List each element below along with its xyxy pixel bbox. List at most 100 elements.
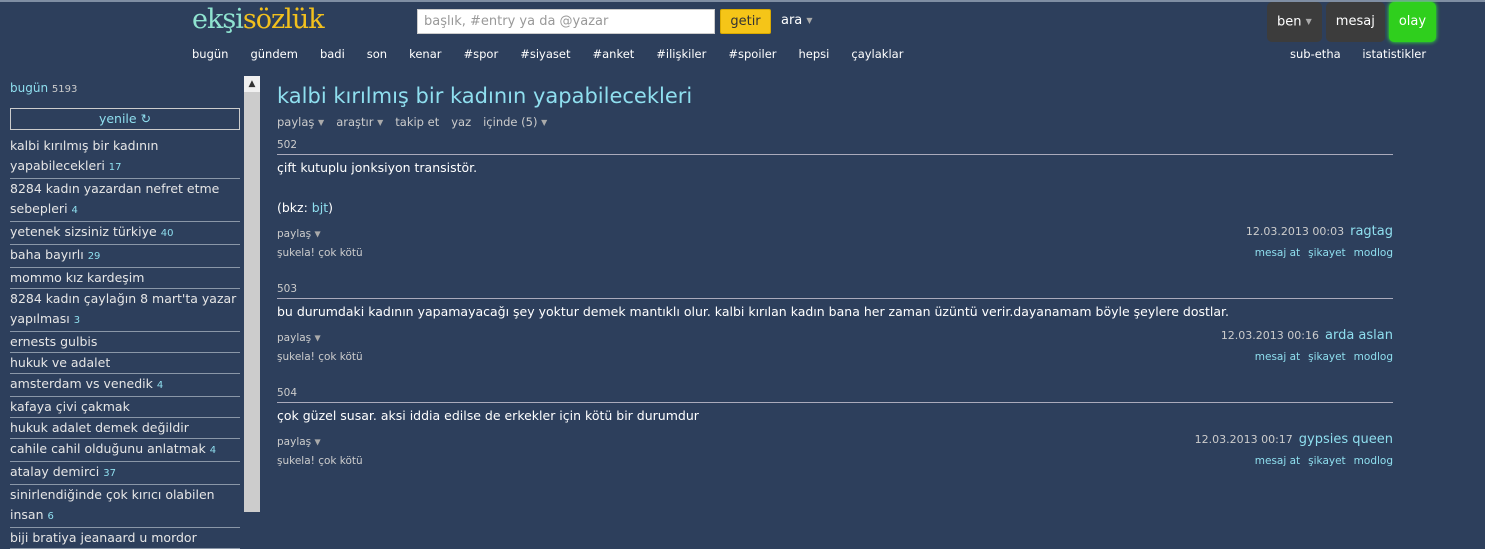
refresh-button[interactable]: yenile ↻	[10, 108, 240, 130]
topic-count: 4	[209, 445, 217, 456]
topic-count: 6	[47, 511, 54, 522]
message-link[interactable]: mesaj at	[1255, 247, 1300, 259]
complaint-link[interactable]: şikayet	[1308, 247, 1346, 259]
entry-date-author: 12.03.2013 00:17 gypsies queen	[1195, 432, 1393, 447]
topic-action[interactable]: yaz	[451, 115, 471, 129]
share-label: paylaş	[277, 228, 312, 240]
today-header[interactable]: bugün 5193	[10, 76, 240, 100]
vote-links[interactable]: şukela! çok kötü	[277, 455, 363, 467]
topic-item[interactable]: yetenek sizsiniz türkiye 40	[10, 222, 240, 245]
advanced-search-dropdown[interactable]: ara ▼	[781, 13, 813, 28]
top-border	[0, 0, 1485, 2]
topic-action[interactable]: araştır ▼	[336, 115, 383, 129]
modlog-link[interactable]: modlog	[1354, 455, 1393, 467]
entry: 504 çok güzel susar. aksi iddia edilse de…	[277, 386, 1393, 472]
vote-links[interactable]: şukela! çok kötü	[277, 351, 363, 363]
entry-date[interactable]: 12.03.2013 00:16	[1221, 329, 1319, 342]
share-dropdown[interactable]: paylaş ▼	[277, 228, 321, 240]
logo[interactable]: ekşisözlük	[192, 4, 325, 35]
entry-date[interactable]: 12.03.2013 00:03	[1246, 225, 1344, 238]
mesaj-button[interactable]: mesaj	[1325, 2, 1385, 42]
nav-link[interactable]: #ilişkiler	[656, 47, 706, 61]
topic-title[interactable]: kalbi kırılmış bir kadının yapabilecekle…	[277, 84, 1393, 112]
message-link[interactable]: mesaj at	[1255, 351, 1300, 363]
top-nav: bugün gündem badi son kenar #spor #siyaset #ank…	[192, 47, 925, 61]
share-label: paylaş	[277, 436, 312, 448]
entry-number[interactable]: 504	[277, 386, 1393, 403]
complaint-link[interactable]: şikayet	[1308, 351, 1346, 363]
topic-title: kafaya çivi çakmak	[10, 399, 130, 414]
modlog-link[interactable]: modlog	[1354, 247, 1393, 259]
entry-number[interactable]: 502	[277, 138, 1393, 155]
sub-etha-link[interactable]: sub-etha	[1290, 47, 1341, 61]
topic-item[interactable]: amsterdam vs venedik 4	[10, 374, 240, 397]
topic-list: kalbi kırılmış bir kadının yapabilecekle…	[10, 136, 240, 549]
topic-item[interactable]: atalay demirci 37	[10, 462, 240, 485]
nav-link[interactable]: son	[367, 47, 387, 61]
bkz-link[interactable]: bjt	[312, 200, 328, 215]
entry-number[interactable]: 503	[277, 282, 1393, 299]
entry-author[interactable]: gypsies queen	[1299, 432, 1393, 447]
topic-title: yetenek sizsiniz türkiye	[10, 224, 157, 239]
topic-item[interactable]: mommo kız kardeşim	[10, 268, 240, 289]
nav-link[interactable]: #spoiler	[728, 47, 776, 61]
scroll-up-icon[interactable]: ▲	[244, 76, 260, 92]
nav-link[interactable]: #anket	[592, 47, 634, 61]
topic-count: 4	[71, 205, 78, 216]
topic-action[interactable]: içinde (5) ▼	[483, 115, 547, 129]
nav-link[interactable]: badi	[320, 47, 345, 61]
topic-count: 29	[87, 251, 101, 262]
caret-down-icon: ▼	[541, 118, 548, 127]
search-button[interactable]: getir	[720, 9, 771, 34]
topic-item[interactable]: baha bayırlı 29	[10, 245, 240, 268]
topic-action-label: içinde (5)	[483, 115, 538, 129]
nav-link[interactable]: çaylaklar	[851, 47, 903, 61]
topic-item[interactable]: ernests gulbis	[10, 332, 240, 353]
entry-date-author: 12.03.2013 00:16 arda aslan	[1221, 328, 1393, 343]
nav-link[interactable]: kenar	[409, 47, 441, 61]
message-link[interactable]: mesaj at	[1255, 455, 1300, 467]
topic-item[interactable]: hukuk ve adalet	[10, 353, 240, 374]
topic-item[interactable]: hukuk adalet demek değildir	[10, 418, 240, 439]
entry-footer: paylaş ▼ şukela! çok kötü 12.03.2013 00:16…	[277, 326, 1393, 368]
entry-body: bu durumdaki kadının yapamayacağı şey yo…	[277, 304, 1230, 319]
nav-link[interactable]: #spor	[464, 47, 499, 61]
topic-item[interactable]: biji bratiya jeanaard u mordor	[10, 528, 240, 549]
topic-item[interactable]: kafaya çivi çakmak	[10, 397, 240, 418]
topic-title: atalay demirci	[10, 464, 100, 479]
topic-action[interactable]: paylaş ▼	[277, 115, 324, 129]
topic-item[interactable]: 8284 kadın çaylağın 8 mart'ta yazar yapı…	[10, 289, 240, 332]
topic-item[interactable]: sinirlendiğinde çok kırıcı olabilen insa…	[10, 485, 240, 528]
share-dropdown[interactable]: paylaş ▼	[277, 332, 321, 344]
entry-author[interactable]: arda aslan	[1325, 328, 1393, 343]
olay-button[interactable]: olay	[1388, 2, 1437, 42]
topic-title: hukuk ve adalet	[10, 355, 111, 370]
ben-button[interactable]: ben ▼	[1267, 2, 1322, 42]
topic-count: 40	[160, 228, 174, 239]
statistics-link[interactable]: istatistikler	[1362, 47, 1426, 61]
share-dropdown[interactable]: paylaş ▼	[277, 436, 321, 448]
topic-item[interactable]: cahile cahil olduğunu anlatmak 4	[10, 439, 240, 462]
nav-link[interactable]: #siyaset	[520, 47, 570, 61]
topic-item[interactable]: 8284 kadın yazardan nefret etme sebepler…	[10, 179, 240, 222]
nav-link[interactable]: bugün	[192, 47, 228, 61]
entry-date[interactable]: 12.03.2013 00:17	[1195, 433, 1293, 446]
caret-down-icon: ▼	[314, 229, 321, 239]
entry-footer: paylaş ▼ şukela! çok kötü 12.03.2013 00:17…	[277, 430, 1393, 472]
search-input[interactable]	[417, 9, 715, 34]
entry-date-author: 12.03.2013 00:03 ragtag	[1246, 224, 1393, 239]
topic-action-label: yaz	[451, 115, 472, 129]
topic-action[interactable]: takip et	[395, 115, 439, 129]
sidebar-scrollbar[interactable]: ▲	[244, 76, 260, 512]
entry-author[interactable]: ragtag	[1350, 224, 1393, 239]
complaint-link[interactable]: şikayet	[1308, 455, 1346, 467]
share-label: paylaş	[277, 332, 312, 344]
vote-links[interactable]: şukela! çok kötü	[277, 247, 363, 259]
nav-link[interactable]: hepsi	[799, 47, 830, 61]
modlog-link[interactable]: modlog	[1354, 351, 1393, 363]
entry-text: çift kutuplu jonksiyon transistör. (bkz: …	[277, 158, 1393, 218]
today-count: 5193	[51, 84, 78, 95]
topic-item[interactable]: kalbi kırılmış bir kadının yapabilecekle…	[10, 136, 240, 179]
entry-text: çok güzel susar. aksi iddia edilse de er…	[277, 406, 1393, 426]
nav-link[interactable]: gündem	[250, 47, 297, 61]
